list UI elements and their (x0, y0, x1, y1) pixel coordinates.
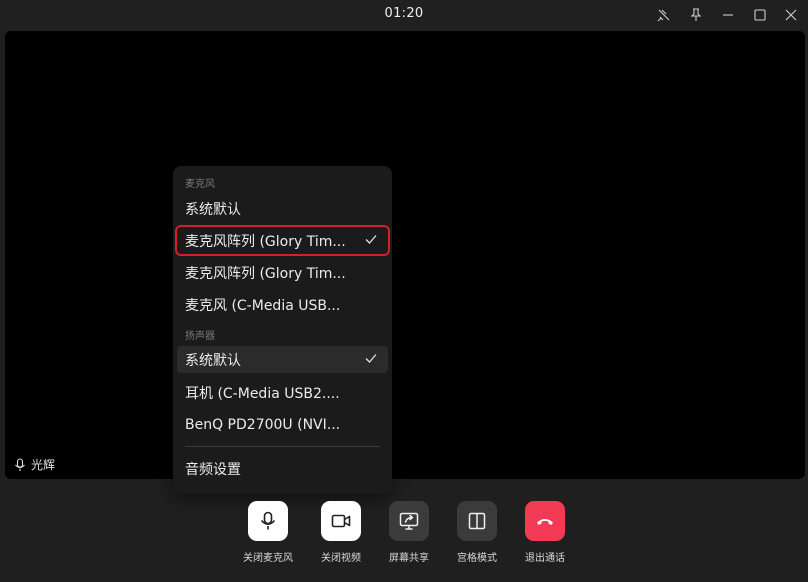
call-timer: 01:20 (384, 6, 424, 21)
audio-device-menu: 麦克风 系统默认 麦克风阵列 (Glory Tim... 麦克风阵列 (Glor… (173, 166, 392, 494)
maximize-icon[interactable] (752, 7, 768, 23)
mic-option-system-default[interactable]: 系统默认 (177, 195, 388, 222)
menu-divider (185, 446, 380, 447)
grid-mode-button[interactable] (457, 501, 497, 541)
grid-mode-label: 宫格模式 (457, 553, 497, 564)
camera-icon (331, 514, 351, 528)
speaker-option-c-media-headphones[interactable]: 耳机 (C-Media USB2.... (177, 379, 388, 406)
close-icon[interactable] (783, 7, 799, 23)
stop-video-button[interactable] (321, 501, 361, 541)
speaker-option-system-default[interactable]: 系统默认 (177, 346, 388, 373)
screen-share-label: 屏幕共享 (389, 553, 429, 564)
mic-option-glory-array-1[interactable]: 麦克风阵列 (Glory Tim... (175, 225, 390, 256)
video-area (5, 31, 805, 479)
microphone-section-label: 麦克风 (185, 179, 215, 190)
speaker-section-label: 扬声器 (185, 331, 215, 342)
grid-layout-icon (468, 512, 486, 530)
hang-up-icon (537, 519, 553, 525)
mute-microphone-label: 关闭麦克风 (243, 553, 293, 564)
speaker-option-benq[interactable]: BenQ PD2700U (NVI... (177, 411, 388, 438)
checkmark-icon (365, 235, 377, 244)
pin-off-icon[interactable] (656, 7, 672, 23)
minimize-icon[interactable] (720, 7, 736, 23)
screen-share-icon (399, 512, 419, 530)
title-bar: 01:20 (0, 0, 808, 30)
stop-video-label: 关闭视频 (321, 553, 361, 564)
microphone-icon (260, 511, 276, 530)
mic-option-c-media[interactable]: 麦克风 (C-Media USB... (177, 291, 388, 318)
participant-name: 光辉 (31, 458, 56, 472)
microphone-icon (15, 457, 25, 471)
checkmark-icon (365, 354, 377, 363)
screen-share-button[interactable] (389, 501, 429, 541)
pin-icon[interactable] (688, 7, 704, 23)
mute-microphone-button[interactable] (248, 501, 288, 541)
participant-tag: 光辉 (14, 456, 55, 473)
leave-call-button[interactable] (525, 501, 565, 541)
audio-settings-item[interactable]: 音频设置 (177, 455, 388, 482)
leave-call-label: 退出通话 (525, 553, 565, 564)
mic-option-glory-array-2[interactable]: 麦克风阵列 (Glory Tim... (177, 259, 388, 286)
